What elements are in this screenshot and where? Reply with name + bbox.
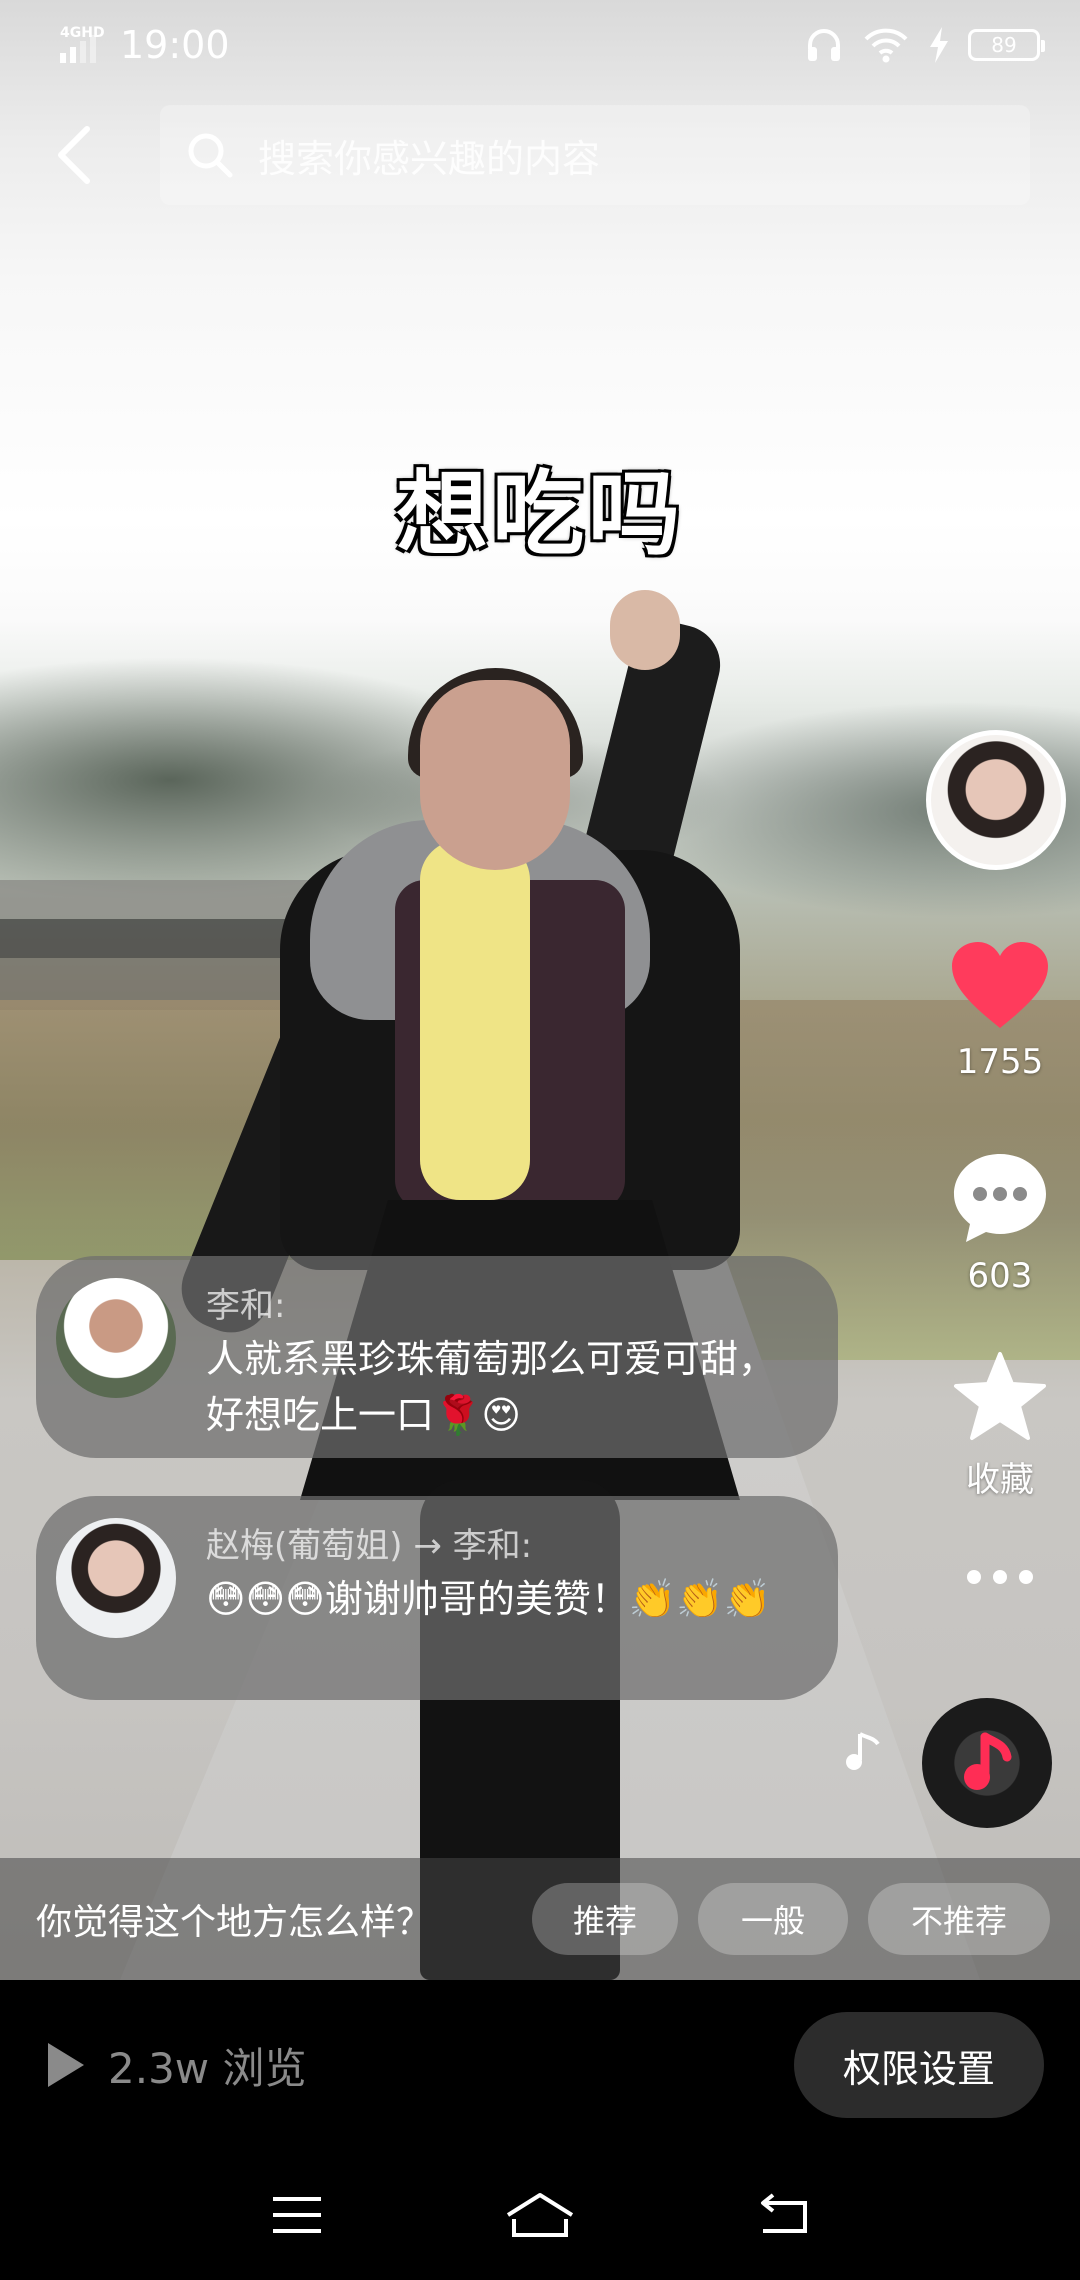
comment-count: 603: [967, 1256, 1033, 1296]
comment-bubble[interactable]: 赵梅(葡萄姐) → 李和: 😳😳😳谢谢帅哥的美赞！👏👏👏: [36, 1496, 838, 1700]
favorite-label: 收藏: [966, 1460, 1034, 1500]
back-nav-icon[interactable]: [755, 2193, 811, 2237]
comment-text: 人就系黑珍珠葡萄那么可爱可甜，好想吃上一口🌹😍: [206, 1337, 777, 1437]
commenter-avatar[interactable]: [56, 1278, 176, 1398]
status-bar: 4GHD 19:00 89: [0, 0, 1080, 90]
system-nav-bar: [0, 2150, 1080, 2280]
heart-icon: [952, 942, 1048, 1028]
more-button[interactable]: [920, 1570, 1080, 1584]
video-caption: 想吃吗: [395, 461, 684, 568]
clock: 19:00: [120, 23, 230, 67]
headphones-icon: [808, 29, 840, 61]
wifi-icon: [864, 28, 908, 63]
view-count: 2.3w 浏览: [44, 2035, 307, 2096]
back-button[interactable]: [30, 110, 120, 200]
signal-icon: 4GHD: [60, 25, 110, 65]
comment-bubble-icon: [954, 1154, 1046, 1242]
commenter-avatar[interactable]: [56, 1518, 176, 1638]
search-input[interactable]: 搜索你感兴趣的内容: [160, 105, 1030, 205]
music-disc-button[interactable]: [922, 1698, 1052, 1828]
video-footer: 2.3w 浏览 权限设置: [0, 1980, 1080, 2150]
rating-not-recommend-button[interactable]: 不推荐: [868, 1883, 1050, 1955]
rating-average-button[interactable]: 一般: [698, 1883, 848, 1955]
top-bar: 搜索你感兴趣的内容: [0, 90, 1080, 220]
video-screen: 4GHD 19:00 89 搜索你感兴趣的内容 想吃吗 1755 603 收藏 …: [0, 0, 1080, 2280]
view-count-text: 2.3w 浏览: [108, 2043, 307, 2093]
comment-author: 李和:: [206, 1286, 286, 1326]
action-rail: 1755 603 收藏: [920, 0, 1080, 1980]
like-button[interactable]: 1755: [920, 940, 1080, 1082]
play-icon: [48, 2043, 84, 2087]
permission-settings-button[interactable]: 权限设置: [794, 2012, 1044, 2118]
comment-bubble[interactable]: 李和: 人就系黑珍珠葡萄那么可爱可甜，好想吃上一口🌹😍: [36, 1256, 838, 1458]
favorite-button[interactable]: 收藏: [920, 1350, 1080, 1501]
comment-author: 赵梅(葡萄姐) → 李和:: [206, 1526, 533, 1566]
rating-recommend-button[interactable]: 推荐: [532, 1883, 678, 1955]
more-dots-icon: [920, 1570, 1080, 1584]
music-note-icon: [964, 1732, 1012, 1790]
place-rating-prompt: 你觉得这个地方怎么样？ 推荐 一般 不推荐: [0, 1858, 1080, 1980]
comment-button[interactable]: 603: [920, 1150, 1080, 1296]
like-count: 1755: [956, 1042, 1044, 1082]
search-placeholder: 搜索你感兴趣的内容: [258, 136, 601, 181]
comment-text: 😳😳😳谢谢帅哥的美赞！👏👏👏: [206, 1577, 771, 1621]
rating-options: 推荐 一般 不推荐: [532, 1883, 1050, 1955]
home-icon[interactable]: [504, 2191, 576, 2239]
back-arrow-icon: [58, 126, 90, 184]
menu-icon[interactable]: [269, 2193, 325, 2237]
author-avatar[interactable]: [926, 730, 1066, 870]
music-note-icon: [846, 1732, 880, 1770]
star-icon: [954, 1352, 1046, 1440]
rating-question: 你觉得这个地方怎么样？: [36, 1902, 433, 1943]
search-icon: [188, 133, 233, 178]
